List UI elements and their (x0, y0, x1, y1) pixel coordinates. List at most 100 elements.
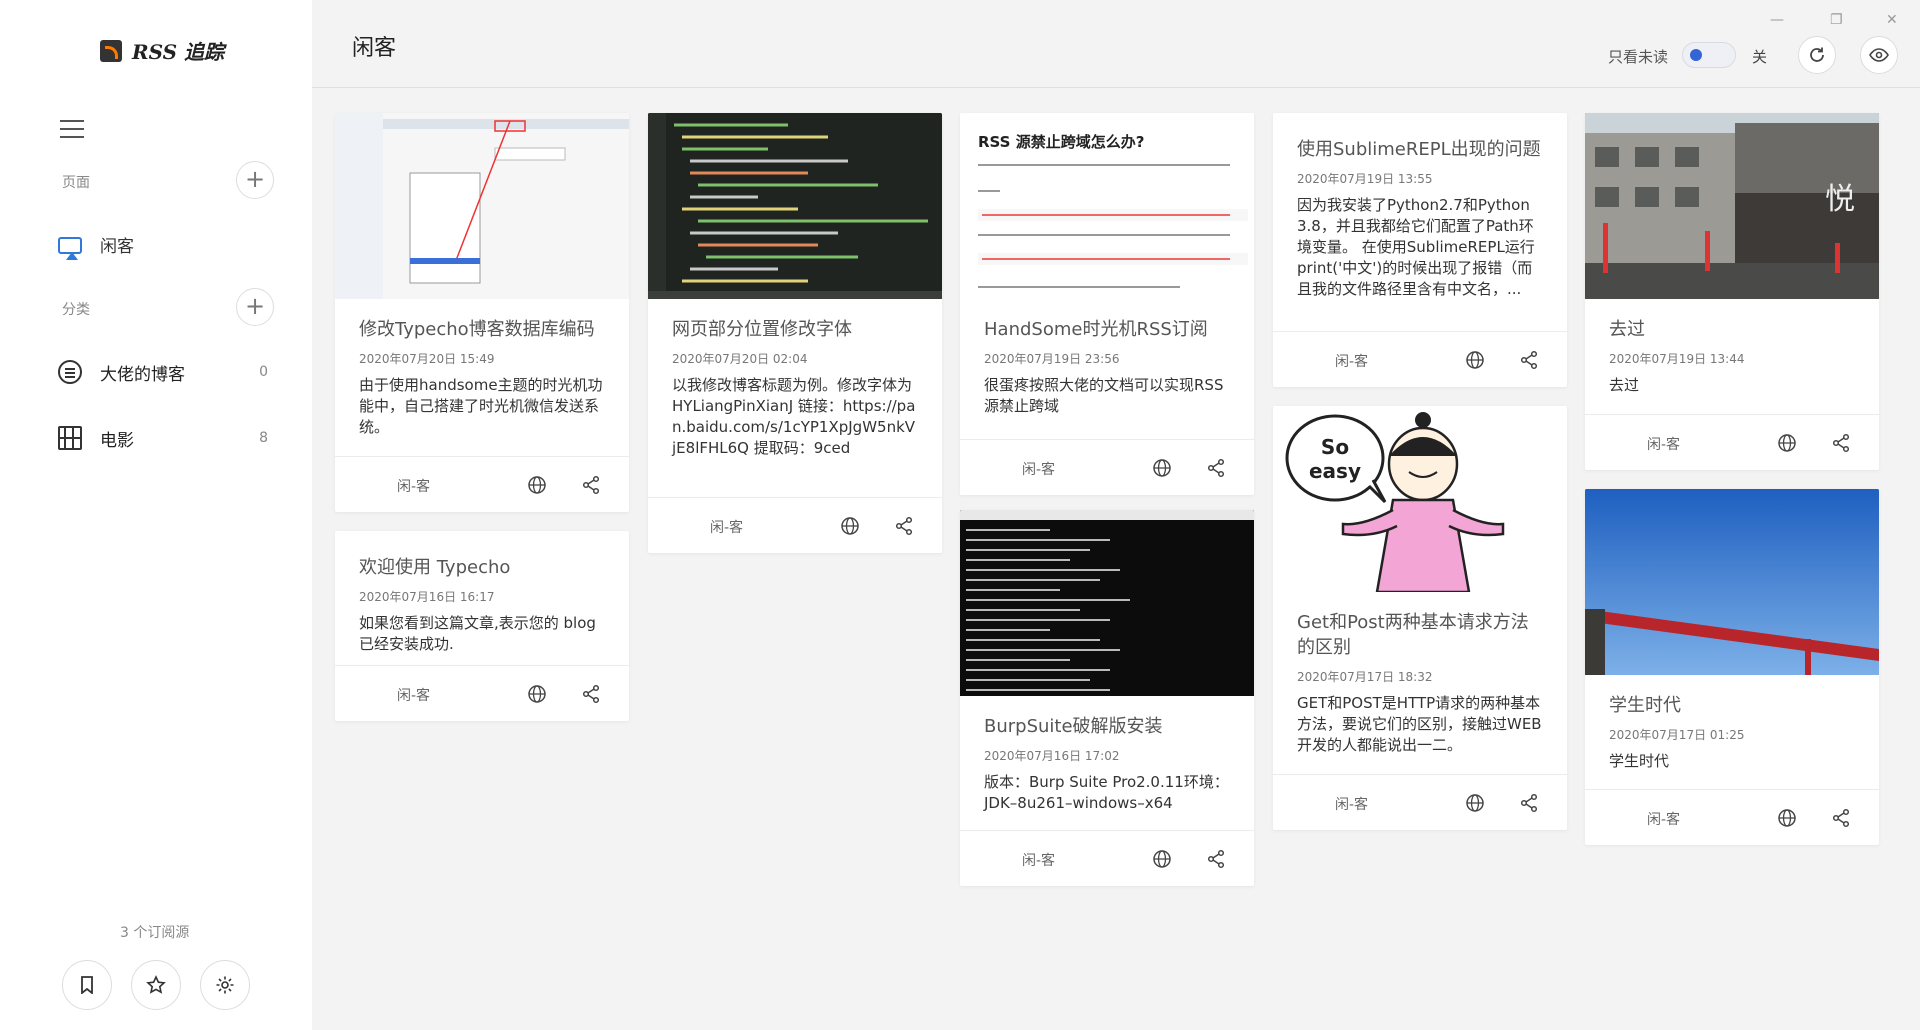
sidebar-item-movies[interactable]: 电影 8 (58, 420, 268, 456)
globe-icon[interactable] (1465, 793, 1485, 813)
article-image (1585, 489, 1879, 675)
share-icon[interactable] (1206, 458, 1226, 478)
unread-only-label: 只看未读 (1608, 48, 1669, 66)
subscription-count: 3 个订阅源 (120, 925, 190, 941)
card-footer: 闲-客 (1585, 789, 1879, 845)
globe-icon[interactable] (1152, 849, 1172, 869)
unread-only-toggle[interactable] (1682, 42, 1736, 68)
eye-icon (1869, 48, 1889, 62)
restore-button[interactable]: ❐ (1830, 12, 1843, 28)
share-icon[interactable] (894, 516, 914, 536)
pages-section-label: 页面 (62, 175, 90, 191)
article-image (335, 113, 629, 299)
article-snippet: 由于使用handsome主题的时光机功能中，自己搭建了时光机微信发送系统。 (359, 376, 603, 436)
article-title[interactable]: 使用SublimeREPL出现的问题 (1297, 137, 1543, 162)
gear-icon (216, 976, 234, 994)
article-date: 2020年07月16日 16:17 (359, 590, 495, 604)
toggle-knob (1690, 49, 1702, 61)
article-source: 闲-客 (1647, 812, 1681, 828)
article-title[interactable]: HandSome时光机RSS订阅 (984, 317, 1230, 342)
article-snippet: 学生时代 (1609, 752, 1670, 770)
share-icon[interactable] (1831, 808, 1851, 828)
article-image: 悦 (1585, 113, 1879, 299)
globe-icon[interactable] (1152, 458, 1172, 478)
share-icon[interactable] (1519, 350, 1539, 370)
globe-icon[interactable] (527, 684, 547, 704)
share-icon[interactable] (1519, 793, 1539, 813)
article-image (648, 113, 942, 299)
app-logo: RSS 追踪 (100, 36, 224, 65)
article-title[interactable]: 欢迎使用 Typecho (359, 555, 605, 580)
article-image (960, 510, 1254, 696)
film-icon (58, 426, 82, 450)
sidebar: RSS 追踪 页面 + 闲客 分类 + 大佬的博客 0 电影 8 3 个订阅源 (0, 0, 312, 1030)
globe-icon[interactable] (1777, 433, 1797, 453)
unread-count: 8 (259, 430, 268, 446)
article-source: 闲-客 (397, 688, 431, 704)
globe-icon[interactable] (840, 516, 860, 536)
article-snippet: 如果您看到这篇文章,表示您的 blog 已经安装成功. (359, 614, 596, 653)
bookmark-icon (81, 976, 93, 994)
settings-button[interactable] (200, 960, 250, 1010)
menu-icon[interactable] (60, 120, 84, 138)
categories-section-label: 分类 (62, 302, 90, 318)
add-page-button[interactable]: + (236, 161, 274, 199)
article-card[interactable]: 悦 去过 2020年07月19日 13:44 去过 闲-客 (1585, 113, 1879, 470)
article-title[interactable]: 修改Typecho博客数据库编码 (359, 317, 605, 342)
share-icon[interactable] (581, 475, 601, 495)
card-footer: 闲-客 (1273, 774, 1567, 830)
sidebar-item-blogs[interactable]: 大佬的博客 0 (58, 354, 268, 390)
refresh-button[interactable] (1798, 36, 1836, 74)
article-date: 2020年07月16日 17:02 (984, 749, 1120, 763)
article-card[interactable]: 学生时代 2020年07月17日 01:25 学生时代 闲-客 (1585, 489, 1879, 845)
tv-icon (58, 236, 82, 260)
card-footer: 闲-客 (1273, 331, 1567, 387)
article-snippet: 版本：Burp Suite Pro2.0.11环境：JDK–8u261–wind… (984, 773, 1229, 812)
article-snippet: 以我修改博客标题为例。修改字体为HYLiangPinXianJ 链接：https… (672, 376, 916, 457)
article-title[interactable]: BurpSuite破解版安装 (984, 714, 1230, 739)
article-date: 2020年07月17日 18:32 (1297, 670, 1433, 684)
article-title[interactable]: 学生时代 (1609, 693, 1855, 718)
minimize-button[interactable]: — (1770, 12, 1784, 28)
article-card[interactable]: RSS 源禁止跨域怎么办? HandSome时光机RSS订阅 2020年07月1… (960, 113, 1254, 495)
article-snippet: GET和POST是HTTP请求的两种基本方法，要说它们的区别，接触过WEB开发的… (1297, 694, 1542, 754)
article-snippet: 去过 (1609, 376, 1640, 394)
article-source: 闲-客 (710, 520, 744, 536)
unread-count: 0 (259, 364, 268, 380)
close-button[interactable]: ✕ (1886, 12, 1898, 28)
star-icon (146, 975, 166, 994)
card-footer: 闲-客 (648, 497, 942, 553)
add-category-button[interactable]: + (236, 288, 274, 326)
globe-icon[interactable] (1465, 350, 1485, 370)
article-title[interactable]: 去过 (1609, 317, 1855, 342)
rss-icon (100, 39, 122, 62)
article-source: 闲-客 (1335, 354, 1369, 370)
refresh-icon (1810, 47, 1824, 62)
globe-icon[interactable] (527, 475, 547, 495)
article-card[interactable]: 修改Typecho博客数据库编码 2020年07月20日 15:49 由于使用h… (335, 113, 629, 512)
share-icon[interactable] (581, 684, 601, 704)
share-icon[interactable] (1831, 433, 1851, 453)
article-card[interactable]: So easy Get和Post两种基本请求方法的区别 2020年07月17日 … (1273, 406, 1567, 830)
share-icon[interactable] (1206, 849, 1226, 869)
article-image: RSS 源禁止跨域怎么办? (960, 113, 1254, 299)
sidebar-item-xianke[interactable]: 闲客 (58, 226, 268, 262)
article-card[interactable]: 欢迎使用 Typecho 2020年07月16日 16:17 如果您看到这篇文章… (335, 531, 629, 721)
article-snippet: 因为我安装了Python2.7和Python3.8，并且我都给它们配置了Path… (1297, 196, 1535, 298)
globe-icon[interactable] (1777, 808, 1797, 828)
article-title[interactable]: Get和Post两种基本请求方法的区别 (1297, 610, 1543, 660)
svg-text:easy: easy (1309, 459, 1361, 483)
sidebar-item-label: 大佬的博客 (100, 364, 185, 385)
star-button[interactable] (131, 960, 181, 1010)
article-card[interactable]: 网页部分位置修改字体 2020年07月20日 02:04 以我修改博客标题为例。… (648, 113, 942, 553)
list-icon (58, 360, 82, 384)
article-card[interactable]: 使用SublimeREPL出现的问题 2020年07月19日 13:55 因为我… (1273, 113, 1567, 387)
article-source: 闲-客 (397, 479, 431, 495)
view-button[interactable] (1860, 36, 1898, 74)
card-footer: 闲-客 (335, 456, 629, 512)
page-title: 闲客 (352, 36, 397, 61)
article-image: So easy (1273, 406, 1567, 592)
article-card[interactable]: BurpSuite破解版安装 2020年07月16日 17:02 版本：Burp… (960, 510, 1254, 886)
bookmark-button[interactable] (62, 960, 112, 1010)
article-title[interactable]: 网页部分位置修改字体 (672, 317, 918, 342)
